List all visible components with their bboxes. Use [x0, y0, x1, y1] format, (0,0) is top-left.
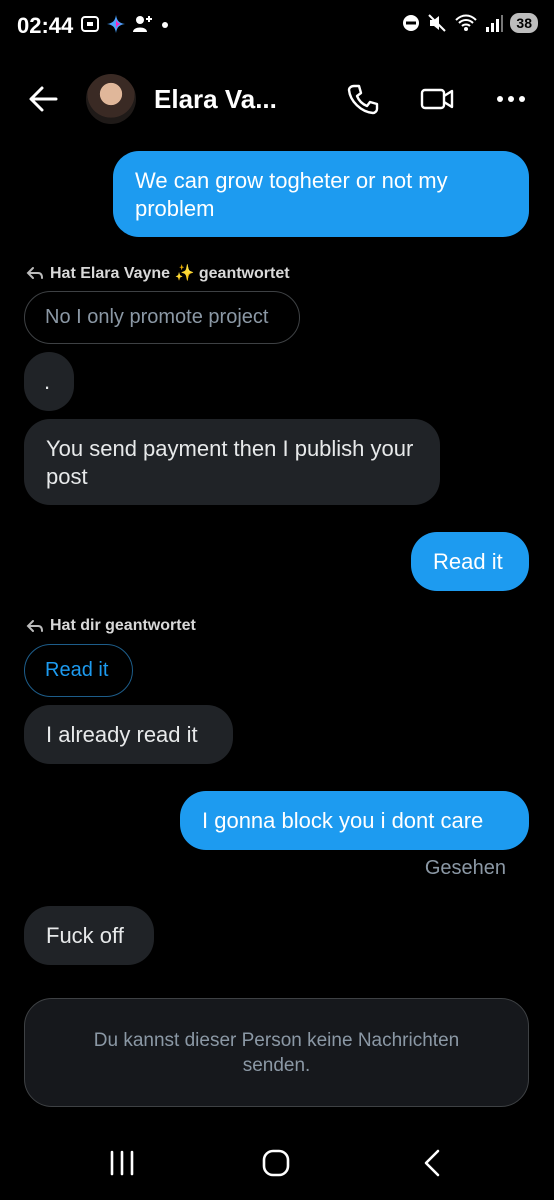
reply-label: Hat Elara Vayne ✨ geantwortet	[26, 263, 290, 283]
screenshot-icon	[81, 16, 99, 32]
gemini-icon	[107, 15, 125, 33]
add-user-icon	[133, 16, 152, 32]
dot-icon	[162, 22, 168, 28]
dnd-icon	[403, 15, 420, 31]
wifi-icon	[455, 14, 478, 31]
contact-name[interactable]: Elara Va...	[154, 84, 277, 115]
reply-label: Hat dir geantwortet	[26, 617, 196, 635]
battery-indicator: 38	[510, 13, 538, 33]
status-icons-left	[80, 14, 170, 34]
message-outgoing[interactable]: Read it	[411, 532, 529, 591]
quoted-message[interactable]: Read it	[24, 644, 133, 697]
phone-icon[interactable]	[346, 82, 380, 116]
blocked-composer-notice: Du kannst dieser Person keine Nachrichte…	[24, 998, 529, 1107]
video-call-icon[interactable]	[420, 82, 454, 116]
seen-status: Gesehen	[424, 857, 506, 879]
reply-icon	[26, 267, 43, 279]
reply-label-text: Hat dir geantwortet	[50, 617, 196, 634]
message-outgoing[interactable]: I gonna block you i dont care	[180, 791, 529, 850]
mute-icon	[428, 14, 447, 32]
signal-icon	[486, 15, 504, 32]
message-incoming[interactable]: Fuck off	[24, 906, 154, 965]
message-outgoing[interactable]: We can grow togheter or not my problem	[113, 151, 529, 237]
more-options-icon[interactable]	[494, 82, 528, 116]
reply-label-text: Hat Elara Vayne ✨ geantwortet	[50, 265, 290, 282]
status-time: 02:44	[17, 13, 74, 38]
message-incoming[interactable]: I already read it	[24, 705, 233, 764]
quoted-message[interactable]: No I only promote project	[24, 291, 300, 344]
recent-apps-icon[interactable]	[102, 1146, 142, 1180]
back-arrow-icon[interactable]	[26, 82, 60, 116]
reply-icon	[26, 620, 43, 632]
avatar[interactable]	[86, 74, 136, 124]
system-back-icon[interactable]	[412, 1146, 452, 1180]
status-icons-right: 38	[402, 13, 538, 33]
message-incoming[interactable]: You send payment then I publish your pos…	[24, 419, 440, 505]
message-incoming[interactable]: .	[24, 352, 74, 411]
home-icon[interactable]	[256, 1146, 296, 1180]
